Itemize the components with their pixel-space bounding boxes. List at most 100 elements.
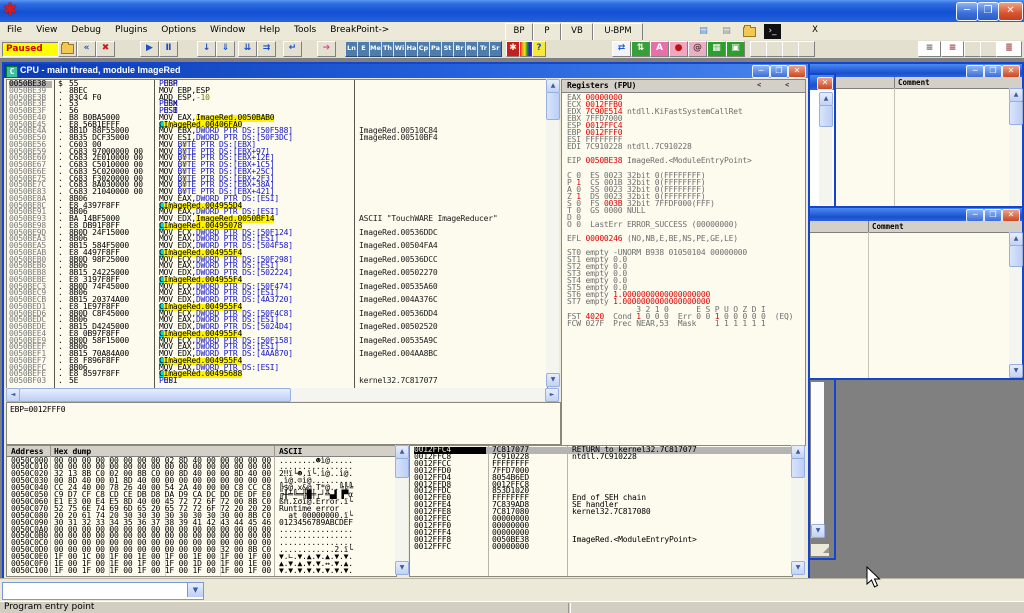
toolbar-blank-button[interactable] [964,41,981,57]
stack-row[interactable]: 0012FFC87C910228ntdll.7C910228 [410,454,792,461]
scroll-up-icon[interactable]: ▲ [819,92,833,106]
disassembly-scrollbar[interactable]: ▲ ▼ [546,79,559,387]
log-list-icon[interactable]: ≡ [918,41,941,57]
disasm-row[interactable]: 0050BE3B.83C4 F0ADD ESP,-10 [7,95,547,102]
close-icon[interactable]: ✕ [788,65,806,78]
close-icon[interactable]: ✕ [817,77,833,90]
menu-button-p[interactable]: P [533,23,561,41]
close-button[interactable]: ✕ [998,2,1023,21]
step-over-icon[interactable]: ⇓ [216,41,235,57]
scroll-down-icon[interactable]: ▼ [395,561,409,575]
toolbar-blank-button[interactable] [782,41,799,57]
stack-row[interactable]: 0012FFF80050BE38ImageRed.<ModuleEntryPoi… [410,537,792,544]
stack-row[interactable]: 0012FFD48054B6ED [410,475,792,482]
scroll-up-icon[interactable]: ▲ [395,445,409,459]
scrollbar[interactable]: ▲ ▼ [1009,232,1022,378]
scroll-up-icon[interactable]: ▲ [791,445,805,459]
folder-icon[interactable] [741,24,758,39]
exec-till-return-icon[interactable]: ↵ [283,41,302,57]
stack-scrollbar[interactable]: ▲ ▼ [791,445,804,575]
breakpoint-list-icon[interactable]: ≣ [996,41,1022,57]
step-into-icon[interactable]: ↓ [197,41,216,57]
scroll-thumb[interactable] [1009,245,1023,267]
scroll-down-icon[interactable]: ▼ [811,524,825,538]
disasm-row[interactable]: 0050BEFE.E8 8597F8FFCALL ImageRed.004956… [7,371,547,378]
stack-pane[interactable]: 0012FFC47C817077RETURN to kernel32.7C817… [409,445,793,577]
menu-button-u-bpm[interactable]: U-BPM [593,23,643,41]
scroll-thumb[interactable] [546,92,560,120]
help-icon[interactable]: ? [532,41,546,57]
registers-pane[interactable]: Registers (FPU) < < EAX 00000000ECX 0012… [561,79,806,446]
run-icon[interactable]: ▶ [140,41,159,57]
report-list-icon[interactable]: ≡ [941,41,964,57]
scroll-down-icon[interactable]: ▼ [1009,364,1023,378]
stack-row[interactable]: 0012FFFC00000000 [410,544,792,551]
assembler-icon[interactable]: A [650,41,669,57]
menu-tools[interactable]: Tools [287,22,323,35]
side-window-top[interactable]: ─ ❐ ✕ Comment ▲ [808,62,1024,210]
scroll-thumb[interactable] [19,388,291,402]
toolbar-blank-button[interactable] [750,41,767,57]
resize-grip[interactable]: ◢ [811,544,829,556]
window-button-sr[interactable]: Sr [489,41,502,57]
scroll-up-icon[interactable]: ▲ [546,79,560,93]
pause-icon[interactable]: Ⅱ [159,41,178,57]
menu-help[interactable]: Help [253,22,288,35]
scrollbar[interactable]: ▲ [819,92,832,205]
disasm-row[interactable]: 0050BE38$55PUSH EBP [7,81,547,88]
side-window-middle-titlebar[interactable]: ─ ❐ ✕ [810,208,1022,221]
stack-row[interactable]: 0012FFEC00000000 [410,516,792,523]
restart-icon[interactable]: « [77,41,96,57]
toolbar-blank-button[interactable] [798,41,815,57]
minimize-icon[interactable]: ─ [752,65,770,78]
register-line[interactable]: EDI 7C910228 ntdll.7C910228 [567,143,692,150]
window-icon[interactable]: ▣ [726,41,745,57]
disassembly-pane[interactable]: 0050BE38$55PUSH EBP0050BE39.8BECMOV EBP,… [6,79,548,389]
stack-row[interactable]: 0012FFCCFFFFFFFF [410,461,792,468]
registers-prev-icon[interactable]: < [752,81,766,90]
updown-icon[interactable]: ⇅ [631,41,650,57]
dump-scrollbar[interactable]: ▲ ▼ [395,445,408,575]
toolbar-blank-button[interactable] [766,41,783,57]
register-line[interactable]: O 0 LastErr ERROR_SUCCESS (00000000) [567,221,738,228]
stack-row[interactable]: 0012FFD80012FFC8 [410,482,792,489]
options-gear-icon[interactable]: ✱ [506,41,520,57]
scroll-up-icon[interactable]: ▲ [1009,232,1023,246]
scroll-down-icon[interactable]: ▼ [546,373,560,387]
scroll-right-icon[interactable]: ► [545,388,559,402]
sync-icon[interactable]: ⇄ [612,41,631,57]
side-window-top-titlebar[interactable]: ─ ❐ ✕ [810,64,1022,77]
minimize-button[interactable]: ─ [956,2,978,21]
menu-button-bp[interactable]: BP [505,23,533,41]
cpu-titlebar[interactable]: C CPU - main thread, module ImageRed ─ ❐… [4,64,808,78]
close-program-icon[interactable]: ✖ [96,41,115,57]
menu-button-vb[interactable]: VB [561,23,593,41]
menu-debug[interactable]: Debug [64,22,108,35]
scroll-thumb[interactable] [819,105,833,127]
menu-breakpoint[interactable]: BreakPoint-> [323,22,396,35]
menu-close-x-button[interactable]: X [805,22,825,40]
disasm-row[interactable]: 0050BF03.5EPOP ESIkernel32.7C817077 [7,378,547,385]
register-line[interactable]: FCW 027F Prec NEAR,53 Mask 1 1 1 1 1 1 [567,320,766,327]
disasm-row[interactable]: 0050BE3E.53PUSH EBX [7,101,547,108]
menu-window[interactable]: Window [203,22,253,35]
register-line[interactable]: EFL 00000246 (NO,NB,E,BE,NS,PE,GE,LE) [567,235,738,242]
scrollbar[interactable]: ▼ [811,382,824,538]
scroll-thumb[interactable] [395,458,409,478]
goto-icon[interactable]: ➔ [317,41,336,57]
toolbar-blank-button[interactable] [980,41,997,57]
animate-into-icon[interactable]: ⇊ [238,41,257,57]
record-icon[interactable]: ● [669,41,688,57]
document-icon[interactable]: ▤ [718,24,735,39]
dropdown-arrow-icon[interactable]: ▼ [187,583,203,597]
side-window-middle[interactable]: ─ ❐ ✕ Comment ▲ ▼ [808,206,1024,380]
scroll-up-icon[interactable]: ▲ [1009,88,1023,102]
stack-row[interactable]: 0012FFF000000000 [410,523,792,530]
scroll-down-icon[interactable]: ▼ [791,561,805,575]
registers-prev2-icon[interactable]: < [780,81,794,90]
info-pane[interactable]: EBP=0012FFF0 [6,402,561,445]
stack-row[interactable]: 0012FFE87C817080kernel32.7C817080 [410,509,792,516]
console-icon[interactable]: ›_ [764,24,781,39]
notepad-icon[interactable]: ▤ [695,24,712,39]
menu-plugins[interactable]: Plugins [108,22,154,35]
